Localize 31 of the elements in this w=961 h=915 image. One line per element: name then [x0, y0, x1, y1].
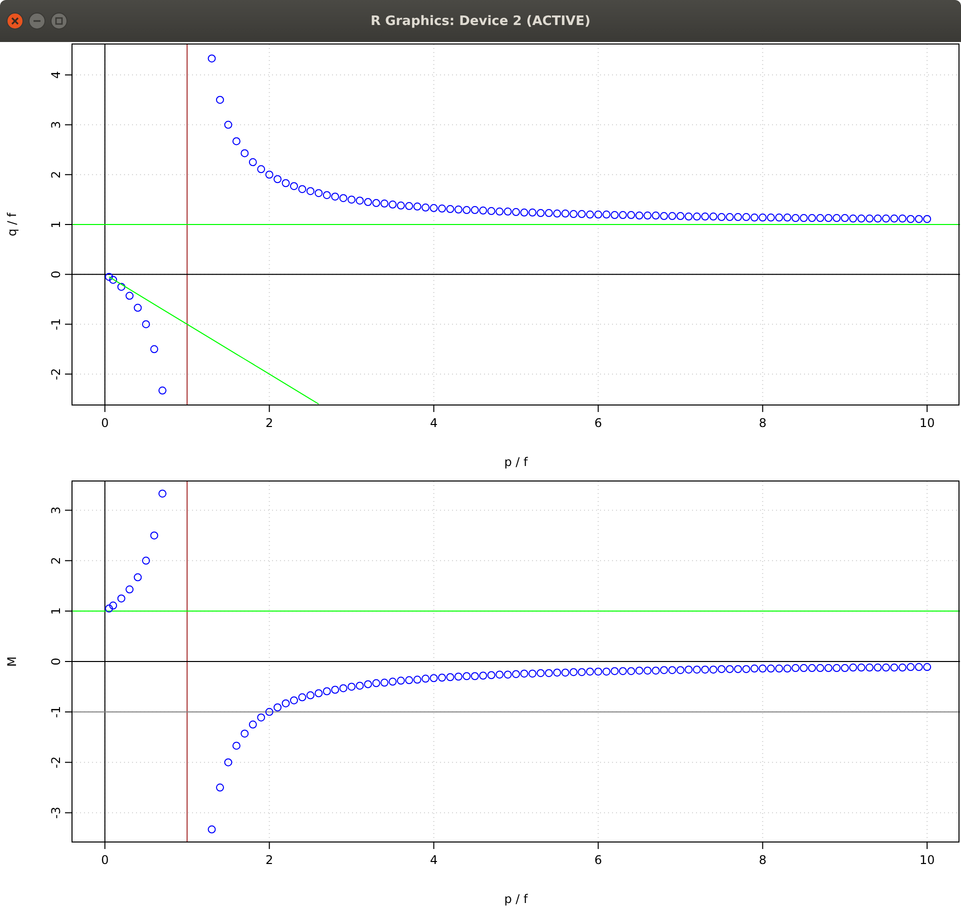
tick-label: 2: [266, 416, 274, 430]
tick-label: 10: [919, 416, 935, 430]
tick-label: 4: [430, 852, 438, 866]
tick-label: 6: [594, 852, 602, 866]
tick-label: 10: [919, 852, 935, 866]
tick-label: -1: [49, 318, 63, 330]
tick-label: 1: [49, 606, 63, 614]
tick-label: 3: [49, 120, 63, 129]
tick-label: 2: [49, 170, 63, 178]
tick-label: -1: [49, 705, 63, 718]
tick-label: 6: [594, 416, 602, 430]
tick-label: 8: [758, 852, 766, 866]
tick-label: 2: [49, 556, 63, 564]
window-title: R Graphics: Device 2 (ACTIVE): [370, 14, 590, 28]
tick-label: -3: [49, 806, 63, 818]
tick-label: -2: [49, 368, 63, 380]
axis-title: p / f: [504, 455, 528, 469]
tick-label: 8: [758, 416, 766, 430]
tick-label: 4: [430, 416, 438, 430]
tick-label: 1: [49, 220, 63, 228]
axis-title: q / f: [5, 212, 19, 236]
tick-label: 0: [101, 416, 109, 430]
tick-label: -2: [49, 756, 63, 768]
tick-label: 3: [49, 506, 63, 514]
tick-label: 2: [266, 852, 274, 866]
tick-label: 4: [49, 71, 63, 79]
tick-label: 0: [101, 852, 109, 866]
tick-label: 0: [49, 270, 63, 278]
axis-title: M: [5, 656, 19, 666]
axis-title: p / f: [504, 892, 528, 906]
tick-label: 0: [49, 657, 63, 665]
